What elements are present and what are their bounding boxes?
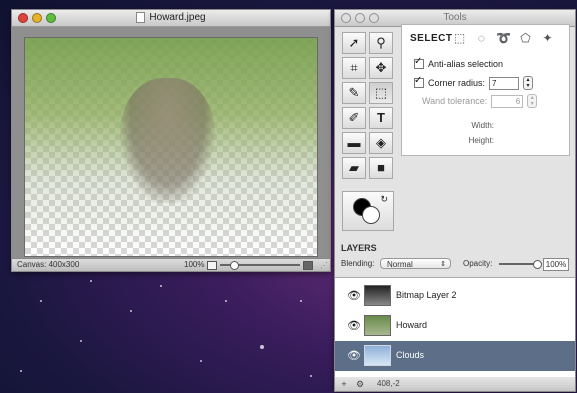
gradient-icon[interactable]: ▰ [342,157,366,179]
opacity-input[interactable]: 100% [543,258,569,271]
select-arrow-icon[interactable]: ➚ [342,32,366,54]
zoom-slider[interactable] [220,261,300,270]
layer-thumbnail [364,345,391,366]
corner-radius-label: Corner radius: [428,78,486,88]
tools-window: Tools ➚ ⚲ ⌗ ✥ ✎ ⬚ ✐ T ▬ ◈ ▰ ■ ↻ SELECT ⬚… [334,9,576,392]
marquee-icon[interactable]: ⬚ [369,82,393,104]
opacity-label: Opacity: [463,259,493,268]
color-well[interactable]: ↻ [342,191,394,231]
layer-name: Clouds [396,350,425,360]
window-title: Howard.jpeg [12,12,330,23]
visibility-eye-icon[interactable]: 👁 [347,349,361,362]
shape-icon[interactable]: ■ [369,157,393,179]
layer-name: Howard [396,320,428,330]
canvas-size-label: Canvas: 400x300 [17,260,80,269]
corner-radius-checkbox[interactable] [414,75,424,88]
image-canvas[interactable] [24,37,318,257]
antialias-checkbox[interactable] [414,56,424,69]
brush-icon[interactable]: ✎ [342,82,366,104]
layers-heading: LAYERS [341,243,377,253]
opacity-slider-knob[interactable] [533,260,542,269]
corner-radius-stepper[interactable]: ▴ ▾ [523,76,534,90]
magic-wand-icon[interactable]: ✦ [540,31,555,45]
visibility-eye-icon[interactable]: 👁 [347,289,361,302]
resize-grip-icon[interactable]: ⋰ [320,260,328,272]
eraser-icon[interactable]: ✐ [342,107,366,129]
text-icon[interactable]: T [369,107,393,129]
antialias-label: Anti-alias selection [428,59,504,69]
fit-icon[interactable] [207,261,217,270]
cursor-coords: 408,-2 [377,379,400,388]
wand-tolerance-label: Wand tolerance: [422,96,488,106]
layer-row-clouds[interactable]: 👁 Clouds [335,341,575,371]
wand-tolerance-stepper: ▴ ▾ [527,94,538,108]
image-statusbar: Canvas: 400x300 100% ⋰ [12,258,330,271]
visibility-eye-icon[interactable]: 👁 [347,319,361,332]
layer-row-bitmap-layer-2[interactable]: 👁 Bitmap Layer 2 [335,281,575,309]
zoom-level: 100% [184,260,205,269]
lasso-select-icon[interactable]: ➰ [496,31,511,45]
add-layer-button[interactable]: + [338,379,350,389]
blending-select[interactable]: Normal [380,258,451,270]
crop-icon[interactable]: ⌗ [342,57,366,79]
layer-name: Bitmap Layer 2 [396,290,457,300]
magnifier-icon[interactable]: ⚲ [369,32,393,54]
background-color[interactable] [362,206,380,224]
corner-radius-row[interactable]: Corner radius: 7 ▴▾ [414,75,534,90]
paint-bucket-icon[interactable]: ◈ [369,132,393,154]
image-window: Howard.jpeg Canvas: 400x300 100% ⋰ [11,9,331,272]
canvas-area[interactable] [12,27,330,259]
rect-select-icon[interactable]: ⬚ [452,31,467,45]
layer-options: Blending: Normal Opacity: 100% [341,258,571,271]
image-window-titlebar[interactable]: Howard.jpeg [12,10,330,27]
color-swap-icon[interactable]: ↻ [380,194,388,205]
ellipse-select-icon[interactable]: ◌ [474,31,489,45]
corner-radius-input[interactable]: 7 [489,76,520,90]
polygon-select-icon[interactable]: ⬠ [518,31,533,45]
rectangle-icon[interactable]: ▬ [342,132,366,154]
actual-size-icon[interactable] [303,261,313,270]
layer-thumbnail [364,315,391,336]
width-label: Width: [471,121,494,130]
height-label: Height: [468,136,494,145]
photo-duck [120,78,215,203]
blending-label: Blending: [341,259,375,268]
select-options-panel: SELECT ⬚ ◌ ➰ ⬠ ✦ Anti-alias selection Co… [401,24,570,156]
document-icon [136,12,146,23]
layers-bottom-bar: + ⚙ 408,-2 [335,377,575,391]
wand-tolerance-row: Wand tolerance: 6 ▴ ▾ [422,94,538,108]
opacity-slider[interactable] [499,260,542,269]
tools-title: Tools [443,12,467,23]
layer-row-howard[interactable]: 👁 Howard [335,311,575,339]
layer-list: 👁 Bitmap Layer 2 👁 Howard 👁 Clouds [335,277,575,378]
gear-icon[interactable]: ⚙ [352,379,368,389]
antialias-row[interactable]: Anti-alias selection [414,56,504,69]
wand-tolerance-input: 6 [491,94,524,108]
layer-thumbnail [364,285,391,306]
move-icon[interactable]: ✥ [369,57,393,79]
select-heading: SELECT [410,33,453,44]
zoom-slider-knob[interactable] [230,261,239,270]
